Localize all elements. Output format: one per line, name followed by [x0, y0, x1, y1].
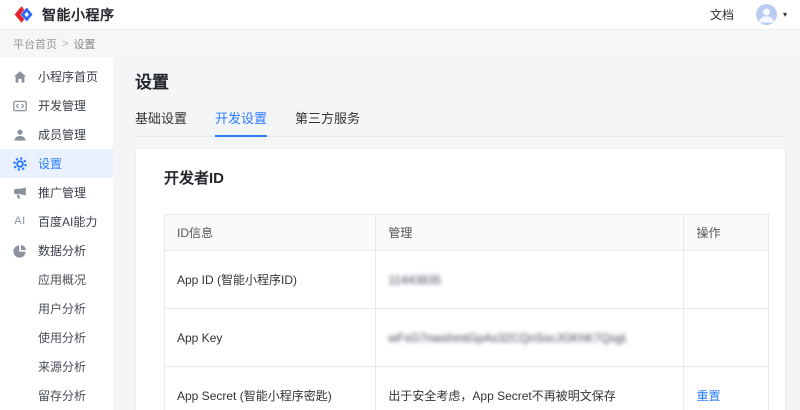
app-id-action-cell — [684, 251, 769, 309]
sidebar-subitem-source-analysis[interactable]: 来源分析 — [0, 352, 113, 381]
app-id-value: 11443835 — [388, 273, 441, 287]
sidebar-subitem-retention-analysis[interactable]: 留存分析 — [0, 381, 113, 410]
sidebar-item-baidu-ai[interactable]: AI 百度AI能力 — [0, 207, 113, 236]
sidebar-item-promotion[interactable]: 推广管理 — [0, 178, 113, 207]
main-content: 设置 基础设置 开发设置 第三方服务 开发者ID ID信息 管理 操作 — [113, 57, 800, 410]
table-row-app-secret: App Secret (智能小程序密匙) 出于安全考虑，App Secret不再… — [165, 367, 769, 410]
sidebar-item-label: 成员管理 — [38, 126, 86, 143]
user-icon — [756, 4, 777, 25]
breadcrumb-settings: 设置 — [73, 36, 95, 52]
app-key-action-cell — [684, 309, 769, 367]
card-title: 开发者ID — [164, 167, 769, 188]
code-icon — [13, 99, 27, 113]
column-header-manage: 管理 — [376, 215, 684, 251]
table-header-row: ID信息 管理 操作 — [165, 215, 769, 251]
chevron-down-icon[interactable]: ▾ — [783, 11, 787, 19]
header-right: 文档 ▾ — [710, 4, 787, 25]
pie-chart-icon — [13, 244, 27, 258]
sidebar: 小程序首页 开发管理 成员管理 — [0, 57, 113, 410]
app-key-value: wFsG7nwshmtGpAs32CQnSscJGKhK7Qsgl. — [388, 331, 628, 345]
sidebar-item-dev-management[interactable]: 开发管理 — [0, 91, 113, 120]
breadcrumb-separator: > — [62, 38, 68, 50]
ai-icon: AI — [13, 215, 27, 229]
home-icon — [13, 70, 27, 84]
sidebar-subitem-usage-analysis[interactable]: 使用分析 — [0, 323, 113, 352]
breadcrumb: 平台首页 > 设置 — [0, 30, 800, 57]
column-header-action: 操作 — [684, 215, 769, 251]
column-header-id-info: ID信息 — [165, 215, 376, 251]
sidebar-subitem-label: 来源分析 — [38, 358, 86, 375]
app-key-label: App Key — [165, 309, 376, 367]
sidebar-item-label: 小程序首页 — [38, 68, 98, 85]
developer-id-card: 开发者ID ID信息 管理 操作 App ID (智能小程序ID) 114438… — [135, 148, 786, 410]
sidebar-subitem-label: 使用分析 — [38, 329, 86, 346]
sidebar-item-label: 开发管理 — [38, 97, 86, 114]
settings-tabs: 基础设置 开发设置 第三方服务 — [135, 108, 786, 137]
sidebar-item-data-analysis[interactable]: 数据分析 — [0, 236, 113, 265]
logo-text: 智能小程序 — [42, 5, 115, 25]
tab-basic-settings[interactable]: 基础设置 — [135, 108, 187, 136]
page-title: 设置 — [135, 68, 786, 93]
sidebar-subitem-label: 应用概况 — [38, 271, 86, 288]
sidebar-item-label: 百度AI能力 — [38, 213, 97, 230]
breadcrumb-platform-home[interactable]: 平台首页 — [13, 36, 57, 52]
app-id-label: App ID (智能小程序ID) — [165, 251, 376, 309]
member-icon — [13, 128, 27, 142]
sidebar-item-label: 数据分析 — [38, 242, 86, 259]
sidebar-item-member-management[interactable]: 成员管理 — [0, 120, 113, 149]
tab-third-party[interactable]: 第三方服务 — [295, 108, 360, 136]
avatar[interactable] — [756, 4, 777, 25]
logo-icon — [13, 5, 35, 24]
gear-icon — [13, 157, 27, 171]
sidebar-item-label: 设置 — [38, 155, 62, 172]
developer-id-table: ID信息 管理 操作 App ID (智能小程序ID) 11443835 App… — [164, 214, 769, 410]
app-secret-note: 出于安全考虑，App Secret不再被明文保存 — [376, 367, 684, 410]
sidebar-item-label: 推广管理 — [38, 184, 86, 201]
sidebar-subitem-label: 留存分析 — [38, 387, 86, 404]
tab-dev-settings[interactable]: 开发设置 — [215, 108, 267, 136]
sidebar-subitem-label: 用户分析 — [38, 300, 86, 317]
sidebar-item-home[interactable]: 小程序首页 — [0, 62, 113, 91]
logo[interactable]: 智能小程序 — [13, 5, 115, 25]
app-secret-label: App Secret (智能小程序密匙) — [165, 367, 376, 410]
megaphone-icon — [13, 186, 27, 200]
sidebar-subitem-app-overview[interactable]: 应用概况 — [0, 265, 113, 294]
docs-link[interactable]: 文档 — [710, 6, 734, 23]
reset-link[interactable]: 重置 — [696, 389, 720, 403]
page-layout: 小程序首页 开发管理 成员管理 — [0, 57, 800, 410]
top-header: 智能小程序 文档 ▾ — [0, 0, 800, 30]
table-row-app-key: App Key wFsG7nwshmtGpAs32CQnSscJGKhK7Qsg… — [165, 309, 769, 367]
sidebar-subitem-user-analysis[interactable]: 用户分析 — [0, 294, 113, 323]
table-row-app-id: App ID (智能小程序ID) 11443835 — [165, 251, 769, 309]
sidebar-item-settings[interactable]: 设置 — [0, 149, 113, 178]
